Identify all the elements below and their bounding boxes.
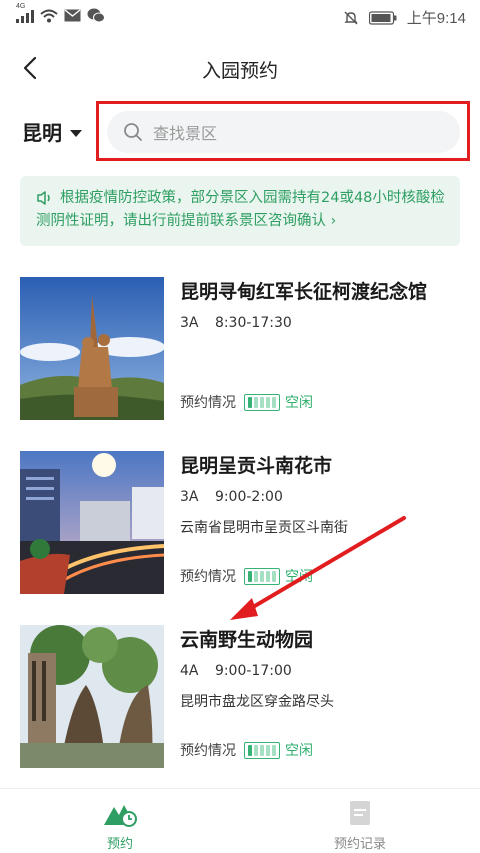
speaker-icon xyxy=(37,191,50,205)
spot-thumbnail xyxy=(20,451,164,594)
spot-address: 云南省昆明市呈贡区斗南街 xyxy=(180,520,348,536)
chevron-right-icon: › xyxy=(330,213,337,229)
signal-icon: 4G xyxy=(16,3,34,23)
status-value: 空闲 xyxy=(285,569,313,585)
status-label: 预约情况 xyxy=(180,395,236,411)
spot-item[interactable]: 云南野生动物园 4A 9:00-17:00 昆明市盘龙区穿金路尽头 预约情况 空… xyxy=(20,625,460,770)
spot-meta: 3A 9:00-2:00 xyxy=(180,489,283,505)
tab-records[interactable]: 预约记录 xyxy=(300,799,420,852)
occupancy-icon xyxy=(244,567,280,585)
spot-item[interactable]: 昆明寻甸红军长征柯渡纪念馆 3A 8:30-17:30 预约情况 空闲 xyxy=(20,277,460,422)
notice-banner[interactable]: 根据疫情防控政策，部分景区入园需持有24或48小时核酸检测阴性证明，请出行前提前… xyxy=(20,176,460,246)
tab-bar: 预约 预约记录 xyxy=(0,788,480,853)
status-bar: 4G 上午9:14 xyxy=(0,0,480,34)
mountain-clock-icon xyxy=(104,805,137,827)
spot-name: 昆明呈贡斗南花市 xyxy=(180,455,333,477)
network-type: 4G xyxy=(16,2,26,10)
status-label: 预约情况 xyxy=(180,743,236,759)
notice-text: 根据疫情防控政策，部分景区入园需持有24或48小时核酸检测阴性证明，请出行前提前… xyxy=(36,190,445,229)
spot-item[interactable]: 昆明呈贡斗南花市 3A 9:00-2:00 云南省昆明市呈贡区斗南街 预约情况 … xyxy=(20,451,460,596)
spot-meta: 3A 8:30-17:30 xyxy=(180,315,292,331)
clock: 上午9:14 xyxy=(406,10,466,27)
spot-thumbnail xyxy=(20,277,164,420)
status-label: 预约情况 xyxy=(180,569,236,585)
tab-label: 预约记录 xyxy=(333,837,386,852)
spot-level: 3A xyxy=(180,489,199,505)
spot-meta: 4A 9:00-17:00 xyxy=(180,663,292,679)
spot-address: 昆明市盘龙区穿金路尽头 xyxy=(180,694,334,710)
caret-down-icon xyxy=(70,129,82,137)
spot-status: 预约情况 空闲 xyxy=(180,392,313,412)
search-icon xyxy=(124,123,142,141)
spot-name: 昆明寻甸红军长征柯渡纪念馆 xyxy=(180,281,428,303)
city-selector[interactable]: 昆明 xyxy=(22,117,82,146)
spot-status: 预约情况 空闲 xyxy=(180,566,313,586)
spot-level: 3A xyxy=(180,315,199,331)
spot-level: 4A xyxy=(180,663,199,679)
status-left: 4G xyxy=(16,3,105,23)
title-bar: 入园预约 xyxy=(0,42,480,94)
spot-name: 云南野生动物园 xyxy=(180,629,314,651)
tab-label: 预约 xyxy=(106,837,133,852)
status-right: 上午9:14 xyxy=(343,7,466,28)
spot-hours: 8:30-17:30 xyxy=(214,315,292,331)
search-input[interactable]: 查找景区 xyxy=(107,111,460,153)
spot-thumbnail xyxy=(20,625,164,768)
mail-icon xyxy=(64,9,81,22)
search-placeholder: 查找景区 xyxy=(153,124,218,143)
spot-hours: 9:00-2:00 xyxy=(214,489,283,505)
city-name: 昆明 xyxy=(22,121,62,145)
battery-icon xyxy=(368,10,397,25)
status-value: 空闲 xyxy=(285,743,313,759)
tab-reservation[interactable]: 预约 xyxy=(60,799,180,852)
wifi-icon xyxy=(40,9,58,22)
status-value: 空闲 xyxy=(285,395,313,411)
spot-status: 预约情况 空闲 xyxy=(180,740,313,760)
occupancy-icon xyxy=(244,741,280,759)
page-title: 入园预约 xyxy=(201,60,278,82)
wechat-icon xyxy=(87,8,105,23)
mute-bell-icon xyxy=(344,11,358,24)
spot-hours: 9:00-17:00 xyxy=(214,663,292,679)
document-icon xyxy=(350,801,370,825)
occupancy-icon xyxy=(244,393,280,411)
